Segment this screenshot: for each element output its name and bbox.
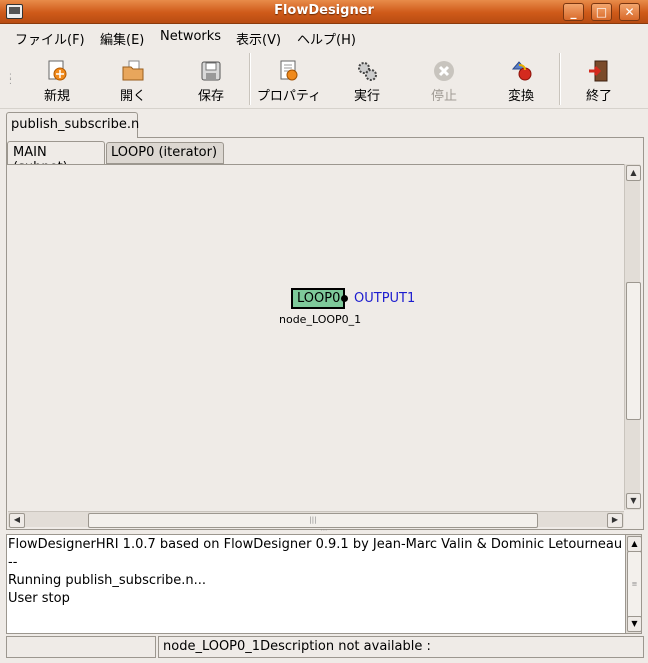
- scroll-up-icon[interactable]: ▲: [626, 165, 641, 181]
- status-message: node_LOOP0_1Description not available :: [158, 636, 644, 658]
- log-vertical-scrollbar[interactable]: ▲ ≡ ▼: [626, 534, 642, 634]
- node-name-label: node_LOOP0_1: [279, 313, 362, 326]
- menu-help[interactable]: ヘルプ(H): [297, 29, 356, 48]
- menu-bar: ファイル(F) 編集(E) Networks 表示(V) ヘルプ(H): [0, 25, 648, 49]
- open-label: 開く: [119, 89, 146, 104]
- maximize-button[interactable]: □: [591, 3, 612, 21]
- scroll-thumb[interactable]: [626, 282, 641, 420]
- toolbar-separator: [249, 53, 251, 105]
- canvas-vertical-scrollbar[interactable]: ▲ ▼: [624, 164, 641, 510]
- save-label: 保存: [197, 89, 224, 104]
- scroll-down-icon[interactable]: ▼: [626, 493, 641, 509]
- node-loop0-box[interactable]: LOOP0: [291, 288, 345, 309]
- save-button[interactable]: 保存: [176, 55, 246, 105]
- stop-icon: [434, 61, 454, 81]
- run-button[interactable]: 実行: [332, 55, 402, 105]
- properties-button[interactable]: プロパティ: [254, 55, 324, 105]
- log-line: Running publish_subscribe.n...: [8, 573, 207, 588]
- status-left: [6, 636, 156, 658]
- run-label: 実行: [353, 89, 380, 104]
- tab-main-subnet[interactable]: MAIN (subnet): [7, 141, 105, 175]
- log-line: FlowDesignerHRI 1.0.7 based on FlowDesig…: [8, 537, 623, 552]
- node-output-label: OUTPUT1: [354, 291, 416, 306]
- properties-label: プロパティ: [256, 89, 322, 104]
- scroll-right-icon[interactable]: ▶: [607, 513, 623, 528]
- network-canvas[interactable]: [8, 164, 624, 510]
- log-line: --: [8, 555, 18, 570]
- quit-button[interactable]: 終了: [564, 55, 634, 105]
- tab-loop0-iterator[interactable]: LOOP0 (iterator): [106, 142, 224, 164]
- log-line: User stop: [8, 591, 70, 606]
- stop-button[interactable]: 停止: [409, 55, 479, 105]
- window-title: FlowDesigner: [274, 3, 374, 18]
- canvas-horizontal-scrollbar[interactable]: ◀ ||| ▶: [8, 511, 624, 528]
- window-menu-icon[interactable]: [6, 4, 23, 19]
- tab-document[interactable]: publish_subscribe.n: [6, 112, 139, 138]
- title-bar[interactable]: FlowDesigner: [0, 0, 648, 24]
- open-button[interactable]: 開く: [98, 55, 168, 105]
- minimize-button[interactable]: _: [563, 3, 584, 21]
- log-output[interactable]: FlowDesignerHRI 1.0.7 based on FlowDesig…: [6, 534, 626, 634]
- new-button[interactable]: 新規: [22, 55, 92, 105]
- open-folder-icon: [122, 60, 144, 81]
- save-disk-icon: [201, 61, 221, 81]
- convert-button[interactable]: 変換: [486, 55, 556, 105]
- menu-view[interactable]: 表示(V): [236, 29, 281, 48]
- scroll-down-icon[interactable]: ▼: [627, 616, 642, 632]
- run-gears-icon: [358, 62, 377, 81]
- toolbar-grip-icon[interactable]: ⁚ ⁚: [9, 74, 13, 87]
- scroll-up-icon[interactable]: ▲: [627, 536, 642, 552]
- quit-label: 終了: [585, 89, 612, 104]
- convert-icon: [511, 61, 532, 81]
- toolbar-separator: [559, 53, 561, 105]
- close-button[interactable]: ✕: [619, 3, 640, 21]
- new-file-icon: [48, 60, 67, 81]
- convert-label: 変換: [507, 89, 534, 104]
- stop-label: 停止: [430, 89, 457, 104]
- menu-networks[interactable]: Networks: [160, 29, 221, 44]
- menu-edit[interactable]: 編集(E): [100, 29, 144, 48]
- scroll-thumb[interactable]: ≡: [627, 551, 642, 619]
- scroll-left-icon[interactable]: ◀: [9, 513, 25, 528]
- properties-icon: [280, 60, 298, 81]
- scroll-thumb[interactable]: |||: [88, 513, 538, 528]
- output-port-icon[interactable]: [341, 295, 348, 302]
- pane-divider[interactable]: ⋯: [0, 527, 648, 534]
- quit-exit-icon: [589, 60, 608, 82]
- menu-file[interactable]: ファイル(F): [15, 29, 85, 48]
- new-label: 新規: [43, 89, 70, 104]
